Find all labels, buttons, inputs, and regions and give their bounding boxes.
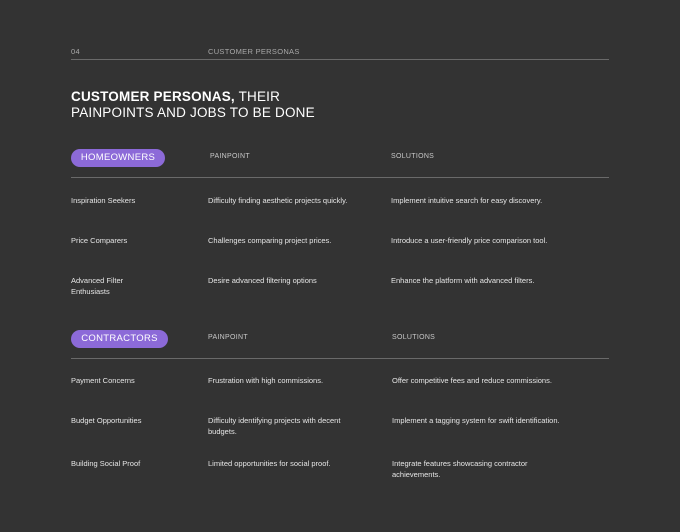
section-label: CUSTOMER PERSONAS: [208, 47, 300, 56]
title-rest: THEIR: [234, 89, 281, 104]
homeowners-divider: [71, 177, 609, 178]
painpoint-text: Limited opportunities for social proof.: [208, 459, 331, 468]
painpoint-text: Desire advanced filtering options: [208, 276, 317, 285]
title-bold: CUSTOMER PERSONAS,: [71, 89, 235, 104]
title-line2: PAINPOINTS AND JOBS TO BE DONE: [71, 105, 315, 120]
solution-text: Implement a tagging system for swift ide…: [392, 416, 560, 425]
homeowners-pill: HOMEOWNERS: [71, 149, 165, 167]
contractors-solutions-header: SOLUTIONS: [392, 334, 436, 341]
header-divider: [71, 59, 609, 60]
contractors-pill: CONTRACTORS: [71, 330, 168, 348]
solution-text: Introduce a user-friendly price comparis…: [391, 236, 548, 245]
persona-name: Payment Concerns: [71, 376, 135, 385]
homeowners-painpoint-header: PAINPOINT: [210, 153, 250, 160]
solution-text: Integrate features showcasing contractor…: [392, 459, 528, 479]
persona-name: Building Social Proof: [71, 459, 141, 468]
contractors-painpoint-header: PAINPOINT: [208, 334, 248, 341]
solution-text: Enhance the platform with advanced filte…: [391, 276, 535, 285]
persona-name: Inspiration Seekers: [71, 196, 136, 205]
persona-name: Price Comparers: [71, 236, 128, 245]
persona-name: Advanced Filter Enthusiasts: [71, 276, 124, 296]
painpoint-text: Difficulty identifying projects with dec…: [208, 416, 341, 436]
solution-text: Offer competitive fees and reduce commis…: [392, 376, 552, 385]
contractors-divider: [71, 358, 609, 359]
persona-name: Budget Opportunities: [71, 416, 142, 425]
painpoint-text: Frustration with high commissions.: [208, 376, 324, 385]
page-number: 04: [71, 47, 80, 56]
homeowners-solutions-header: SOLUTIONS: [391, 153, 435, 160]
solution-text: Implement intuitive search for easy disc…: [391, 196, 543, 205]
painpoint-text: Difficulty finding aesthetic projects qu…: [208, 196, 348, 205]
painpoint-text: Challenges comparing project prices.: [208, 236, 332, 245]
page-title: CUSTOMER PERSONAS, THEIR PAINPOINTS AND …: [71, 89, 315, 121]
